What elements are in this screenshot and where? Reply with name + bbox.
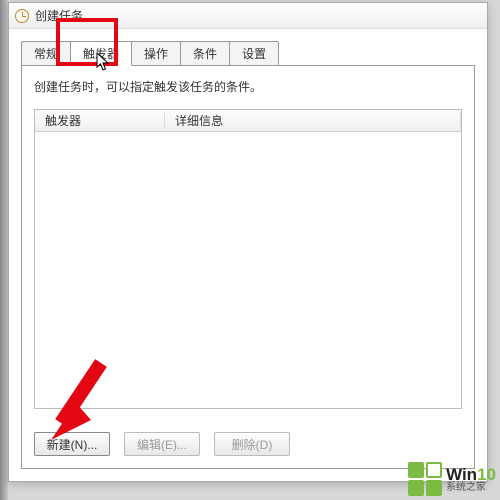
- column-header-details[interactable]: 详细信息: [165, 112, 461, 129]
- tab-actions[interactable]: 操作: [131, 41, 181, 65]
- delete-button[interactable]: 删除(D): [214, 432, 290, 456]
- watermark-brand-10: 10: [477, 465, 496, 484]
- new-button[interactable]: 新建(N)...: [34, 432, 110, 456]
- tab-strip: 常规 触发器 操作 条件 设置: [21, 41, 475, 65]
- tab-panel-triggers: 创建任务时，可以指定触发该任务的条件。 触发器 详细信息 新建(N)... 编辑…: [21, 65, 475, 469]
- content-area: 常规 触发器 操作 条件 设置 创建任务时，可以指定触发该任务的条件。 触发器 …: [9, 29, 487, 481]
- watermark-subtitle: 系统之家: [446, 483, 496, 493]
- tab-general[interactable]: 常规: [21, 41, 71, 65]
- dialog-window: 创建任务 常规 触发器 操作 条件 设置 创建任务时，可以指定触发该任务的条件。…: [8, 2, 488, 482]
- watermark-brand-win: Win: [446, 465, 477, 484]
- panel-description: 创建任务时，可以指定触发该任务的条件。: [34, 78, 462, 95]
- tab-settings[interactable]: 设置: [229, 41, 279, 65]
- tab-triggers[interactable]: 触发器: [70, 41, 132, 66]
- window-edge-shadow: [0, 0, 8, 500]
- table-header-row: 触发器 详细信息: [35, 110, 461, 132]
- title-bar[interactable]: 创建任务: [9, 3, 487, 29]
- button-row: 新建(N)... 编辑(E)... 删除(D): [34, 432, 290, 456]
- watermark: Win10 系统之家: [408, 462, 496, 496]
- column-header-trigger[interactable]: 触发器: [35, 112, 165, 129]
- watermark-logo-icon: [408, 462, 442, 496]
- window-title: 创建任务: [35, 7, 83, 24]
- tab-conditions[interactable]: 条件: [180, 41, 230, 65]
- clock-icon: [15, 9, 29, 23]
- triggers-table[interactable]: 触发器 详细信息: [34, 109, 462, 409]
- edit-button[interactable]: 编辑(E)...: [124, 432, 200, 456]
- watermark-text: Win10 系统之家: [446, 466, 496, 493]
